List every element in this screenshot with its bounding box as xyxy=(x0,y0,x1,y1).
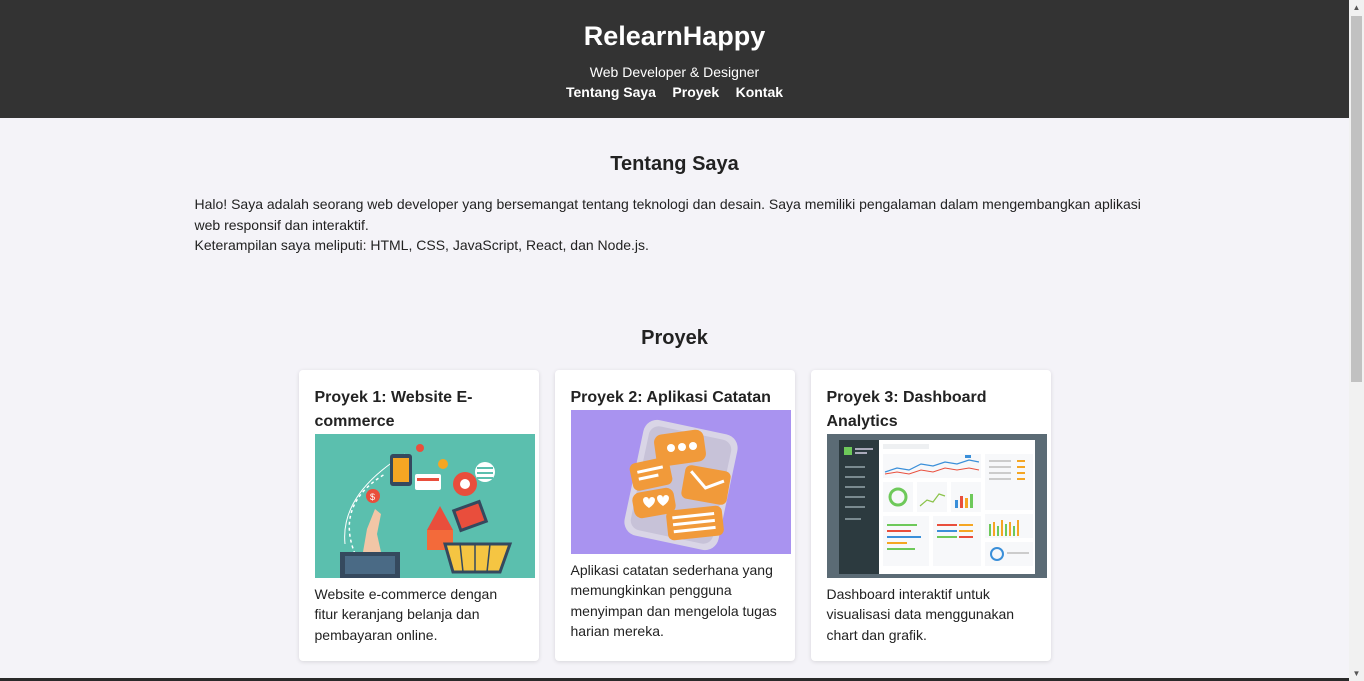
main-nav: Tentang Saya Proyek Kontak xyxy=(0,84,1349,102)
nav-link-proyek[interactable]: Proyek xyxy=(672,84,719,100)
project-title: Proyek 2: Aplikasi Catatan xyxy=(570,388,771,406)
projects-section: Proyek Proyek 1: Website E-commerce $ We… xyxy=(0,256,1349,661)
project-description: Aplikasi catatan sederhana yang memungki… xyxy=(570,561,777,640)
project-description: Website e-commerce dengan fitur keranjan… xyxy=(314,585,498,643)
about-paragraph-skills: Keterampilan saya meliputi: HTML, CSS, J… xyxy=(194,237,649,253)
scroll-down-icon[interactable]: ▼ xyxy=(1349,666,1364,681)
site-title: RelearnHappy xyxy=(583,21,766,51)
project-description: Dashboard interaktif untuk visualisasi d… xyxy=(826,585,1015,643)
scroll-up-icon[interactable]: ▲ xyxy=(1349,0,1364,15)
scrollbar-thumb[interactable] xyxy=(1351,16,1362,382)
project-card-notes: Proyek 2: Aplikasi Catatan Aplikasi cata… xyxy=(554,369,795,661)
about-text: Halo! Saya adalah seorang web developer … xyxy=(195,194,1155,256)
project-card-ecommerce: Proyek 1: Website E-commerce $ Website e… xyxy=(298,369,539,661)
site-header: RelearnHappy Web Developer & Designer Te… xyxy=(0,0,1349,118)
about-paragraph-intro: Halo! Saya adalah seorang web developer … xyxy=(194,196,1141,233)
about-title: Tentang Saya xyxy=(610,153,739,175)
project-cards: Proyek 1: Website E-commerce $ Website e… xyxy=(0,369,1349,661)
ecommerce-illustration-image: $ xyxy=(314,433,535,578)
nav-link-kontak[interactable]: Kontak xyxy=(736,84,783,100)
project-title: Proyek 1: Website E-commerce xyxy=(314,388,473,430)
project-title: Proyek 3: Dashboard Analytics xyxy=(826,388,987,430)
vertical-scrollbar[interactable]: ▲ ▼ xyxy=(1349,0,1364,681)
about-section: Tentang Saya Halo! Saya adalah seorang w… xyxy=(195,118,1155,256)
site-subtitle: Web Developer & Designer xyxy=(589,64,760,80)
dashboard-screenshot-image xyxy=(826,433,1047,578)
notes-app-illustration-image xyxy=(570,409,791,554)
nav-link-tentang-saya[interactable]: Tentang Saya xyxy=(566,84,656,100)
project-card-dashboard: Proyek 3: Dashboard Analytics Dashboard … xyxy=(810,369,1051,661)
svg-text:$: $ xyxy=(370,492,375,502)
page: RelearnHappy Web Developer & Designer Te… xyxy=(0,0,1349,681)
projects-title: Proyek xyxy=(641,326,708,349)
